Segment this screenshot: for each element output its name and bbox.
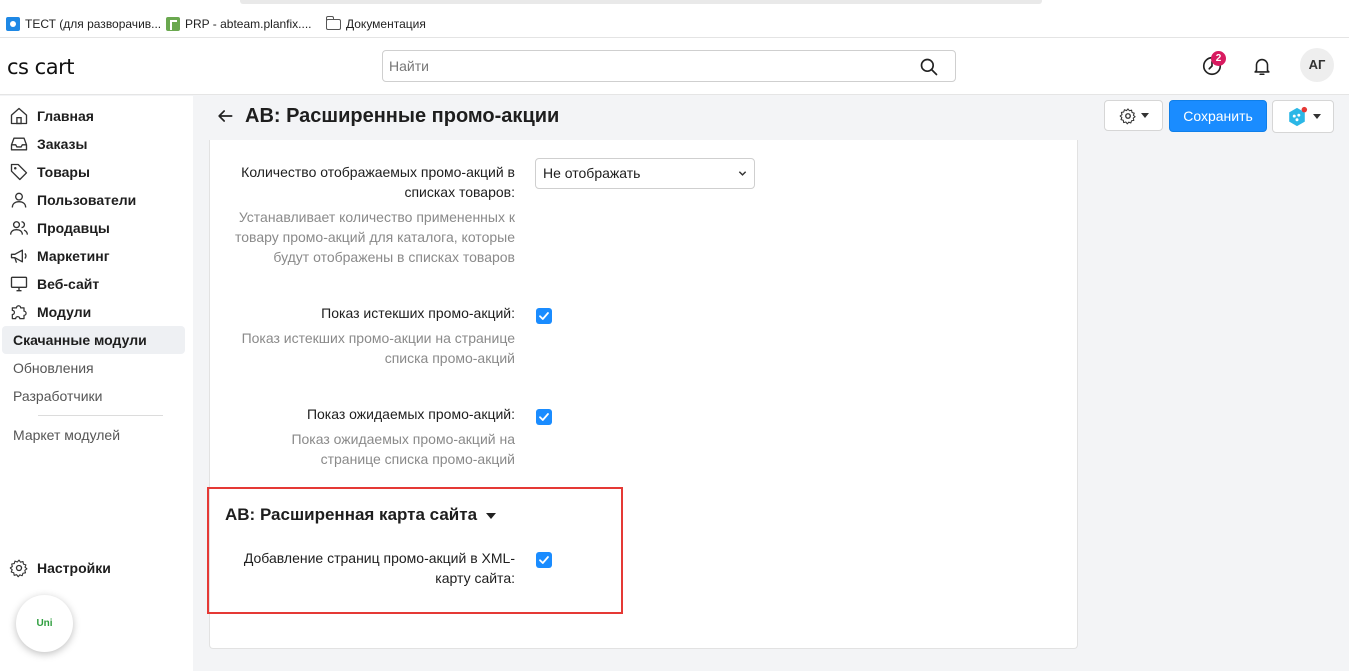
cs-cart-logo[interactable]: cs cart	[7, 55, 74, 79]
sidebar-item-marketplace[interactable]: Маркет модулей	[2, 421, 185, 449]
puzzle-icon	[11, 305, 27, 320]
highlight-frame	[207, 487, 623, 614]
user-icon	[11, 192, 27, 208]
checkmark-icon	[539, 312, 549, 320]
sidebar-item-label: Главная	[37, 108, 94, 124]
bell-icon[interactable]	[1251, 55, 1273, 77]
chevron-down-icon	[1140, 113, 1149, 118]
sidebar-item-label: Настройки	[37, 560, 111, 576]
setting-label-expired: Показ истекших промо-акций:	[321, 305, 515, 321]
back-arrow-icon[interactable]	[215, 106, 235, 126]
avatar[interactable]: АГ	[1300, 48, 1334, 82]
upcoming-promos-checkbox[interactable]	[536, 409, 552, 425]
home-icon	[10, 107, 28, 125]
folder-icon	[325, 15, 341, 30]
setting-hint-upcoming: Показ ожидаемых промо-акций на странице …	[291, 431, 515, 467]
setting-label-promo-count: Количество отображаемых промо-акций в сп…	[241, 164, 515, 200]
sidebar-item-settings[interactable]: Настройки	[9, 557, 111, 579]
users-icon	[10, 221, 28, 235]
sidebar-item-label: Маркетинг	[37, 248, 110, 264]
search-icon[interactable]	[919, 57, 939, 77]
bookmark-docs[interactable]: Документация	[325, 15, 426, 33]
search-input[interactable]	[389, 51, 909, 81]
sidebar-item-developers[interactable]: Разработчики	[2, 382, 185, 410]
setting-hint-promo-count: Устанавливает количество примененных к т…	[235, 209, 515, 265]
bookmarks-bar: ТЕСТ (для разворачив... PRP - abteam.pla…	[0, 0, 1349, 38]
chevron-down-icon	[738, 171, 747, 176]
sidebar-item-label: Модули	[37, 304, 92, 320]
page-title: AB: Расширенные промо-акции	[245, 105, 560, 127]
inbox-icon	[10, 137, 28, 151]
addon-menu-button[interactable]	[1272, 100, 1334, 133]
select-value: Не отображать	[543, 165, 641, 181]
setting-label-upcoming: Показ ожидаемых промо-акций:	[306, 406, 515, 422]
sidebar-item-label: Товары	[37, 164, 90, 180]
save-button[interactable]: Сохранить	[1169, 100, 1267, 132]
checkmark-icon	[539, 413, 549, 421]
planfix-icon	[166, 17, 180, 31]
bookmark-test[interactable]: ТЕСТ (для разворачив...	[6, 15, 161, 33]
setting-hint-expired: Показ истекших промо-акции на странице с…	[241, 330, 515, 366]
sidebar-divider	[38, 415, 163, 416]
addon-hexagon-icon	[1288, 106, 1307, 126]
sidebar-item-downloaded-addons[interactable]: Скачанные модули	[2, 326, 185, 354]
megaphone-icon	[10, 249, 27, 263]
browser-tab-strip	[240, 0, 1042, 4]
promo-count-select[interactable]: Не отображать	[535, 158, 755, 189]
sidebar-item-orders[interactable]: Заказы	[9, 133, 87, 155]
sidebar-item-updates[interactable]: Обновления	[2, 354, 185, 382]
uni-widget-button[interactable]: Uni	[16, 595, 73, 652]
gear-icon	[1119, 107, 1136, 124]
sidebar-item-label: Продавцы	[37, 220, 110, 236]
notifications-badge: 2	[1211, 51, 1226, 66]
top-header: cs cart 2 АГ	[0, 38, 1349, 95]
chevron-down-icon	[1312, 114, 1321, 119]
expired-promos-checkbox[interactable]	[536, 308, 552, 324]
sidebar: Главная Заказы Товары Пользователи Прода…	[0, 96, 193, 671]
monitor-icon	[10, 276, 28, 292]
sidebar-item-addons[interactable]: Модули	[9, 301, 91, 323]
sidebar-item-label: Заказы	[37, 136, 88, 152]
sidebar-item-products[interactable]: Товары	[9, 161, 90, 183]
bookmark-label: ТЕСТ (для разворачив...	[25, 17, 162, 31]
sidebar-item-home[interactable]: Главная	[9, 105, 94, 127]
search-box	[382, 50, 956, 82]
gear-app-icon	[6, 17, 20, 31]
bookmark-label: Документация	[346, 17, 426, 31]
tag-icon	[10, 163, 28, 181]
settings-dropdown-button[interactable]	[1104, 100, 1163, 131]
bookmark-label: PRP - abteam.planfix....	[185, 17, 312, 31]
gear-icon	[9, 559, 28, 578]
sidebar-item-users[interactable]: Пользователи	[9, 189, 136, 211]
bookmark-planfix[interactable]: PRP - abteam.planfix....	[166, 15, 312, 33]
sidebar-item-marketing[interactable]: Маркетинг	[9, 245, 110, 267]
sidebar-item-vendors[interactable]: Продавцы	[9, 217, 110, 239]
sidebar-item-website[interactable]: Веб-сайт	[9, 273, 99, 295]
sidebar-item-label: Пользователи	[37, 192, 137, 208]
sidebar-item-label: Веб-сайт	[37, 276, 100, 292]
